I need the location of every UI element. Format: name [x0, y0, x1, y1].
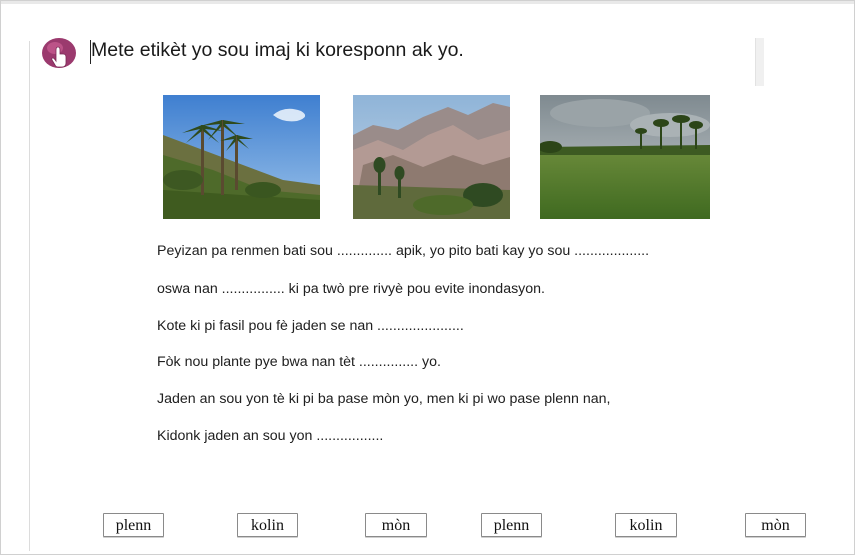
label-kolin-2[interactable]: kolin — [615, 513, 677, 537]
label-mon-1[interactable]: mòn — [365, 513, 427, 537]
exercise-frame: Mete etikèt yo sou imaj ki koresponn ak … — [0, 0, 855, 555]
sentence-5: Jaden an sou yon tè ki pi ba pase mòn yo… — [157, 391, 611, 407]
sentence-1: Peyizan pa renmen bati sou .............… — [157, 243, 650, 259]
instruction-text: Mete etikèt yo sou imaj ki koresponn ak … — [91, 39, 464, 61]
plain-field-photo[interactable] — [540, 95, 710, 219]
sentence-4: Fòk nou plante pye bwa nan tèt .........… — [157, 354, 441, 370]
drag-label-icon — [41, 36, 77, 70]
left-divider — [29, 41, 30, 551]
scroll-tab[interactable] — [755, 38, 764, 86]
label-kolin-1[interactable]: kolin — [237, 513, 298, 537]
sentence-3: Kote ki pi fasil pou fè jaden se nan ...… — [157, 318, 464, 334]
palm-hillside-photo[interactable] — [163, 95, 320, 219]
label-mon-2[interactable]: mòn — [745, 513, 806, 537]
label-plenn-1[interactable]: plenn — [103, 513, 164, 537]
label-plenn-2[interactable]: plenn — [481, 513, 542, 537]
sentence-6: Kidonk jaden an sou yon ................… — [157, 428, 384, 444]
sentence-2: oswa nan ................ ki pa twò pre … — [157, 281, 545, 297]
top-divider — [1, 1, 854, 4]
mountain-photo[interactable] — [353, 95, 510, 219]
